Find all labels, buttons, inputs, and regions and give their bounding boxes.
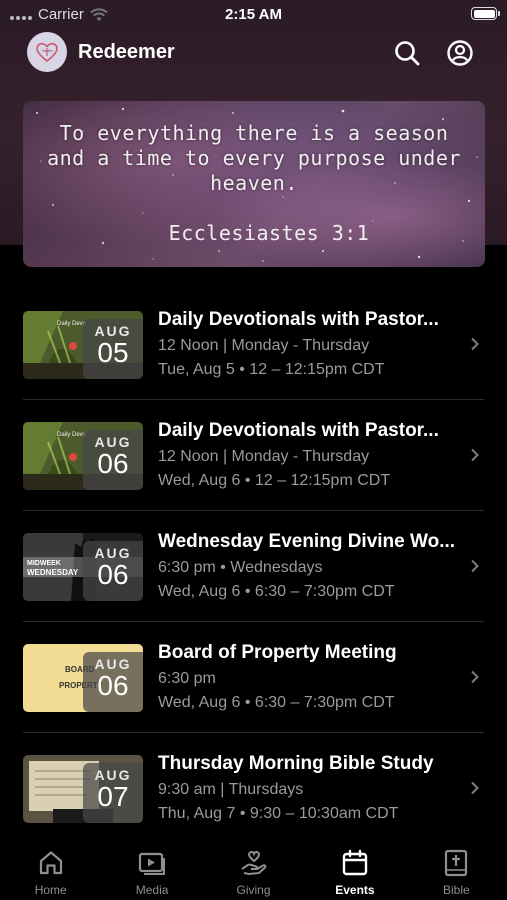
event-title: Daily Devotionals with Pastor...	[158, 420, 439, 441]
tab-label: Home	[34, 883, 67, 897]
event-subtitle: 6:30 pm • Wednesdays	[158, 559, 323, 576]
event-day: 06	[97, 559, 129, 590]
event-item[interactable]: Daily Devo AUG 05 Daily Devotionals with…	[0, 289, 507, 400]
event-thumbnail: Daily Devo AUG 05	[23, 311, 143, 379]
event-subtitle: 12 Noon | Monday - Thursday	[158, 337, 370, 354]
status-bar: Carrier 2:15 AM	[0, 0, 507, 30]
event-subtitle: 9:30 am | Thursdays	[158, 781, 304, 798]
tab-label: Media	[135, 883, 169, 897]
event-item[interactable]: Daily Devo AUG 06 Daily Devotionals with…	[0, 400, 507, 511]
date-badge: AUG 06	[83, 430, 143, 490]
event-title: Wednesday Evening Divine Wo...	[158, 531, 456, 552]
date-badge: AUG 06	[83, 541, 143, 601]
date-badge: AUG 07	[83, 763, 143, 823]
home-icon	[39, 851, 62, 875]
banner-quote: To everything there is a season and a ti…	[47, 121, 461, 195]
event-title: Board of Property Meeting	[158, 642, 397, 663]
tab-label: Bible	[442, 883, 470, 897]
clock: 2:15 AM	[225, 6, 282, 23]
event-thumbnail: BOARD PROPERTY AUG 06	[23, 644, 143, 712]
tab-bar: Home Media Giving Events Bible	[0, 836, 507, 900]
date-badge: AUG 05	[83, 319, 143, 379]
event-thumbnail: Daily Devo AUG 06	[23, 422, 143, 490]
event-title: Daily Devotionals with Pastor...	[158, 309, 439, 330]
tab-bible[interactable]: Bible	[406, 836, 507, 900]
event-time: Wed, Aug 6 • 6:30 – 7:30pm CDT	[158, 694, 395, 711]
tab-giving[interactable]: Giving	[203, 836, 304, 900]
media-icon	[139, 852, 166, 875]
chevron-right-icon	[471, 337, 479, 351]
chevron-right-icon	[471, 781, 479, 795]
event-item[interactable]: AUG 07 Thursday Morning Bible Study 9:30…	[0, 733, 507, 844]
svg-text:MIDWEEK: MIDWEEK	[27, 560, 61, 567]
profile-icon[interactable]	[445, 38, 475, 68]
tab-events[interactable]: Events	[304, 836, 405, 900]
event-day: 05	[97, 337, 129, 368]
event-day: 06	[97, 448, 129, 479]
event-thumbnail: AUG 07	[23, 755, 143, 823]
event-list: Daily Devo AUG 05 Daily Devotionals with…	[0, 289, 507, 844]
bible-icon	[445, 849, 468, 877]
search-icon[interactable]	[392, 38, 422, 68]
chevron-right-icon	[471, 559, 479, 573]
event-item[interactable]: BOARD PROPERTY AUG 06 Board of Property …	[0, 622, 507, 733]
tab-label: Giving	[236, 883, 271, 897]
event-title: Thursday Morning Bible Study	[158, 753, 434, 774]
tab-home[interactable]: Home	[0, 836, 101, 900]
date-badge: AUG 06	[83, 652, 143, 712]
event-time: Wed, Aug 6 • 12 – 12:15pm CDT	[158, 472, 391, 489]
tab-label: Events	[335, 883, 375, 897]
event-time: Tue, Aug 5 • 12 – 12:15pm CDT	[158, 361, 385, 378]
scripture-banner[interactable]: To everything there is a season and a ti…	[23, 101, 485, 267]
event-day: 07	[97, 781, 129, 812]
event-time: Wed, Aug 6 • 6:30 – 7:30pm CDT	[158, 583, 395, 600]
giving-icon	[240, 850, 266, 875]
app-title: Redeemer	[78, 41, 175, 63]
battery-icon	[471, 7, 500, 20]
event-time: Thu, Aug 7 • 9:30 – 10:30am CDT	[158, 805, 399, 822]
event-day: 06	[97, 670, 129, 701]
event-subtitle: 12 Noon | Monday - Thursday	[158, 448, 370, 465]
banner-reference: Ecclesiastes 3:1	[168, 221, 370, 245]
event-thumbnail: MIDWEEK WEDNESDAY AUG 06	[23, 533, 143, 601]
app-header: Redeemer	[0, 30, 507, 76]
event-item[interactable]: MIDWEEK WEDNESDAY AUG 06 Wednesday Eveni…	[0, 511, 507, 622]
event-subtitle: 6:30 pm	[158, 670, 216, 687]
svg-text:WEDNESDAY: WEDNESDAY	[27, 568, 79, 577]
tab-media[interactable]: Media	[101, 836, 202, 900]
chevron-right-icon	[471, 448, 479, 462]
calendar-icon	[342, 849, 368, 876]
heart-logo-icon[interactable]	[27, 32, 67, 72]
chevron-right-icon	[471, 670, 479, 684]
